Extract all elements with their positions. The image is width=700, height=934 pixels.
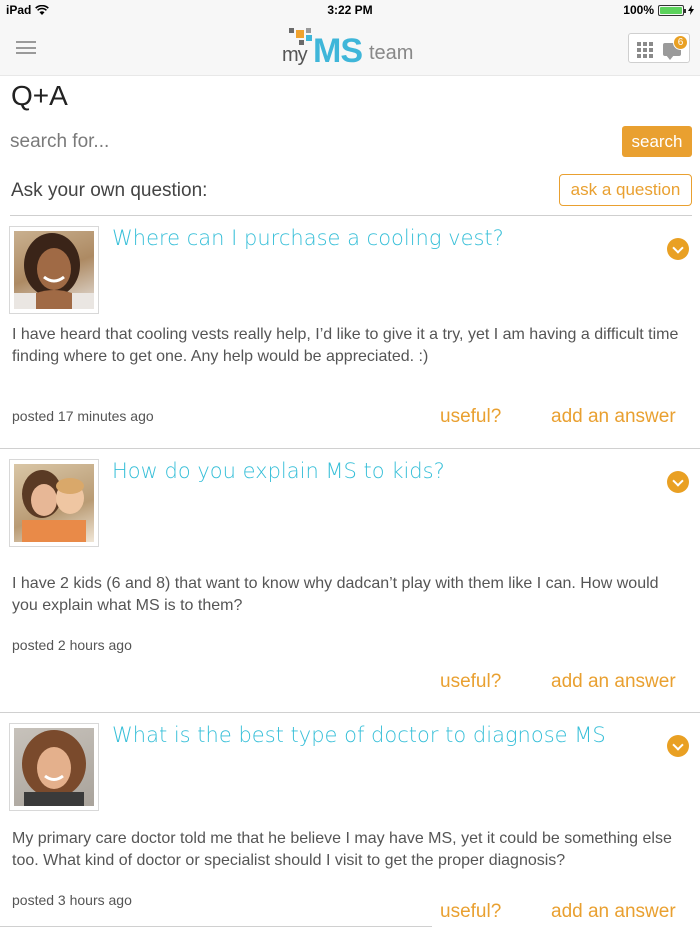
hamburger-line xyxy=(16,52,36,54)
question-body: I have 2 kids (6 and 8) that want to kno… xyxy=(12,575,659,614)
mymsteam-logo[interactable]: my MS team xyxy=(280,28,420,70)
status-bar: iPad 3:22 PM 100% xyxy=(0,0,700,20)
battery-icon xyxy=(658,4,686,16)
question-title[interactable]: Where can I purchase a cooling vest? xyxy=(112,226,504,250)
search-input[interactable] xyxy=(10,126,610,158)
logo-my: my xyxy=(282,44,308,66)
avatar xyxy=(9,226,99,314)
chevron-down-icon[interactable] xyxy=(667,471,689,493)
chevron-down-icon[interactable] xyxy=(667,238,689,260)
menu-hamburger-icon[interactable] xyxy=(16,41,36,54)
divider xyxy=(0,712,700,713)
add-answer-link[interactable]: add an answer xyxy=(551,406,676,428)
posted-time: posted 2 hours ago xyxy=(12,637,132,653)
chevron-down-icon[interactable] xyxy=(667,735,689,757)
add-answer-link[interactable]: add an answer xyxy=(551,901,676,923)
add-answer-link[interactable]: add an answer xyxy=(551,671,676,693)
hamburger-line xyxy=(16,46,36,49)
logo-ms: MS xyxy=(313,32,363,70)
battery-percent: 100% xyxy=(623,3,654,17)
question-body: My primary care doctor told me that he b… xyxy=(12,830,672,869)
divider xyxy=(10,215,692,216)
ask-question-button[interactable]: ask a question xyxy=(559,174,692,206)
hamburger-line xyxy=(16,41,36,43)
question-body: I have heard that cooling vests really h… xyxy=(12,326,679,365)
status-time: 3:22 PM xyxy=(327,3,373,17)
search-button[interactable]: search xyxy=(622,126,692,157)
posted-time: posted 17 minutes ago xyxy=(12,408,154,424)
charging-bolt-icon xyxy=(688,5,694,15)
avatar xyxy=(9,459,99,547)
apps-and-messages-button[interactable]: 6 xyxy=(628,33,690,63)
question-title[interactable]: How do you explain MS to kids? xyxy=(112,459,445,483)
divider xyxy=(0,448,700,449)
logo-team: team xyxy=(369,42,414,64)
notification-badge: 6 xyxy=(673,35,688,50)
status-right: 100% xyxy=(623,3,694,17)
avatar xyxy=(9,723,99,811)
question-title[interactable]: What is the best type of doctor to diagn… xyxy=(112,723,606,747)
battery-tip xyxy=(684,8,686,13)
posted-time: posted 3 hours ago xyxy=(12,892,132,908)
apps-grid-icon xyxy=(637,42,653,58)
divider xyxy=(0,926,432,927)
battery-fill xyxy=(660,6,682,14)
app-header: my MS team 6 xyxy=(0,20,700,76)
useful-link[interactable]: useful? xyxy=(440,901,501,923)
useful-link[interactable]: useful? xyxy=(440,406,501,428)
page-title: Q+A xyxy=(11,80,68,111)
useful-link[interactable]: useful? xyxy=(440,671,501,693)
ask-question-label: Ask your own question: xyxy=(11,180,208,201)
